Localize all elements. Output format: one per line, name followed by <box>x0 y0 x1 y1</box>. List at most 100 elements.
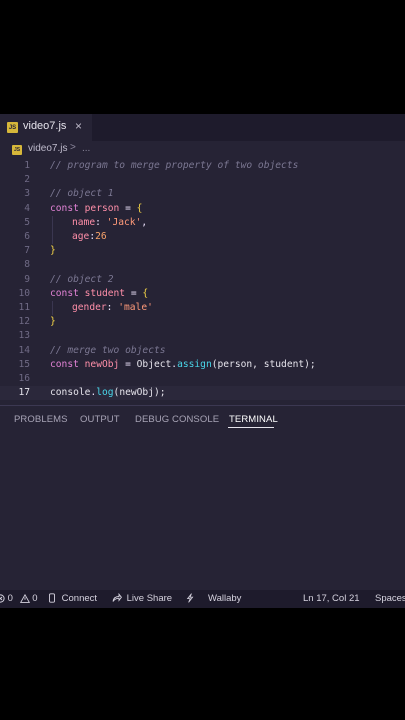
line-number: 7 <box>24 245 30 257</box>
code-line[interactable]: 10 const student = { <box>0 287 405 301</box>
code-token: const <box>50 202 85 214</box>
wallaby-icon[interactable] <box>186 593 194 604</box>
cursor-position[interactable]: Ln 17, Col 21 <box>303 593 360 604</box>
connect-button[interactable]: Connect <box>48 593 97 604</box>
code-text: // program to merge property of two obje… <box>50 159 298 173</box>
code-token: log <box>96 387 114 399</box>
line-number: 10 <box>18 287 30 299</box>
line-number: 13 <box>18 330 30 342</box>
problems-status[interactable]: 0 0 <box>0 593 38 604</box>
code-token: = <box>119 202 137 214</box>
tab-problems[interactable]: PROBLEMS <box>14 414 68 425</box>
line-number: 9 <box>24 273 30 285</box>
tab-terminal[interactable]: TERMINAL <box>229 414 278 425</box>
code-token: (newObj); <box>113 387 166 399</box>
plug-icon <box>49 593 55 603</box>
code-line[interactable]: 6 age:26 <box>0 230 405 244</box>
code-token: person <box>84 202 120 214</box>
javascript-file-icon: JS <box>12 145 22 155</box>
line-number: 15 <box>18 358 30 370</box>
code-token: Object <box>136 358 172 370</box>
line-number: 3 <box>24 188 30 200</box>
indentation-setting[interactable]: Spaces <box>375 593 405 604</box>
line-number: 5 <box>24 216 30 228</box>
code-line[interactable]: 5 name: 'Jack', <box>0 215 405 230</box>
code-token: const <box>50 287 85 299</box>
code-text: const student = { <box>50 287 148 301</box>
code-line[interactable]: 11 gender: 'male' <box>0 301 405 315</box>
code-token: age <box>72 231 90 242</box>
code-line[interactable]: 2 <box>0 173 405 187</box>
editor-window: JS video7.js × JS video7.js > ... 1 // pr… <box>0 114 405 608</box>
code-token: { <box>136 202 143 214</box>
tab-bar: JS video7.js × <box>0 114 405 141</box>
warning-icon <box>19 593 30 603</box>
tab-video7-js[interactable]: JS video7.js × <box>0 114 92 141</box>
code-text: // merge two objects <box>50 344 166 358</box>
terminal-area[interactable] <box>0 434 405 590</box>
tab-output[interactable]: OUTPUT <box>80 414 120 425</box>
code-line[interactable]: 1 // program to merge property of two obj… <box>0 159 405 173</box>
code-token: assign <box>177 358 212 370</box>
line-number: 1 <box>24 160 30 171</box>
code-text: const person = { <box>50 202 142 216</box>
code-token: , <box>141 216 148 228</box>
code-token: student <box>84 287 126 299</box>
line-number: 16 <box>18 373 30 384</box>
line-number: 17 <box>18 387 30 399</box>
line-number: 4 <box>24 202 30 214</box>
code-text: console.log(newObj); <box>50 386 166 400</box>
code-token: gender <box>72 302 107 313</box>
code-token: // object 2 <box>50 273 114 285</box>
tab-title: video7.js <box>23 120 67 132</box>
warning-count: 0 <box>32 593 38 604</box>
code-line[interactable]: 17 console.log(newObj); <box>0 386 405 401</box>
code-line[interactable]: 16 <box>0 372 405 386</box>
code-token: { <box>142 287 149 299</box>
live-share-button[interactable]: Live Share <box>112 592 173 604</box>
tab-debug-console[interactable]: DEBUG CONSOLE <box>135 414 219 425</box>
code-line[interactable]: 4 const person = { <box>0 202 405 216</box>
wallaby-status[interactable]: Wallaby <box>208 593 241 604</box>
code-token: 26 <box>95 231 107 242</box>
code-line[interactable]: 15 const newObj = Object.assign(person, s… <box>0 358 405 372</box>
error-count: 0 <box>7 593 13 604</box>
line-number: 14 <box>18 344 30 356</box>
code-token: } <box>50 245 56 257</box>
code-token: console <box>50 387 91 399</box>
javascript-file-icon: JS <box>7 122 18 133</box>
close-icon[interactable]: × <box>75 119 82 133</box>
code-token: 'male' <box>118 302 153 313</box>
indent-guide <box>52 301 53 315</box>
active-tab-indicator <box>228 427 274 428</box>
code-token: = <box>119 358 137 370</box>
code-text: // object 1 <box>50 187 114 201</box>
code-line[interactable]: 12} <box>0 315 405 329</box>
line-number: 2 <box>24 174 30 186</box>
code-token: newObj <box>84 358 120 370</box>
code-line[interactable]: 9 // object 2 <box>0 273 405 287</box>
line-number: 11 <box>18 302 30 313</box>
code-text: age:26 <box>72 230 107 244</box>
code-text: } <box>50 244 56 258</box>
line-number: 8 <box>24 259 30 271</box>
code-line[interactable]: 13 <box>0 329 405 343</box>
breadcrumb: JS video7.js > ... <box>0 141 405 159</box>
code-text: gender: 'male' <box>72 301 153 315</box>
code-line[interactable]: 7} <box>0 244 405 258</box>
code-line[interactable]: 3 // object 1 <box>0 187 405 201</box>
code-text: name: 'Jack', <box>72 216 147 230</box>
code-editor[interactable]: 1 // program to merge property of two obj… <box>0 159 405 405</box>
code-line[interactable]: 8 <box>0 258 405 272</box>
live-share-label: Live Share <box>126 593 173 604</box>
code-token: // merge two objects <box>50 344 166 356</box>
panel-tab-bar: PROBLEMS OUTPUT DEBUG CONSOLE TERMINAL <box>0 406 405 432</box>
indent-guide <box>52 215 53 230</box>
code-line[interactable]: 14 // merge two objects <box>0 344 405 358</box>
breadcrumb-file[interactable]: video7.js <box>28 143 67 154</box>
breadcrumb-symbols[interactable]: ... <box>82 143 90 154</box>
line-number: 12 <box>18 316 30 328</box>
code-text: // object 2 <box>50 273 114 287</box>
code-token: : <box>106 302 119 313</box>
connect-label: Connect <box>61 593 98 604</box>
